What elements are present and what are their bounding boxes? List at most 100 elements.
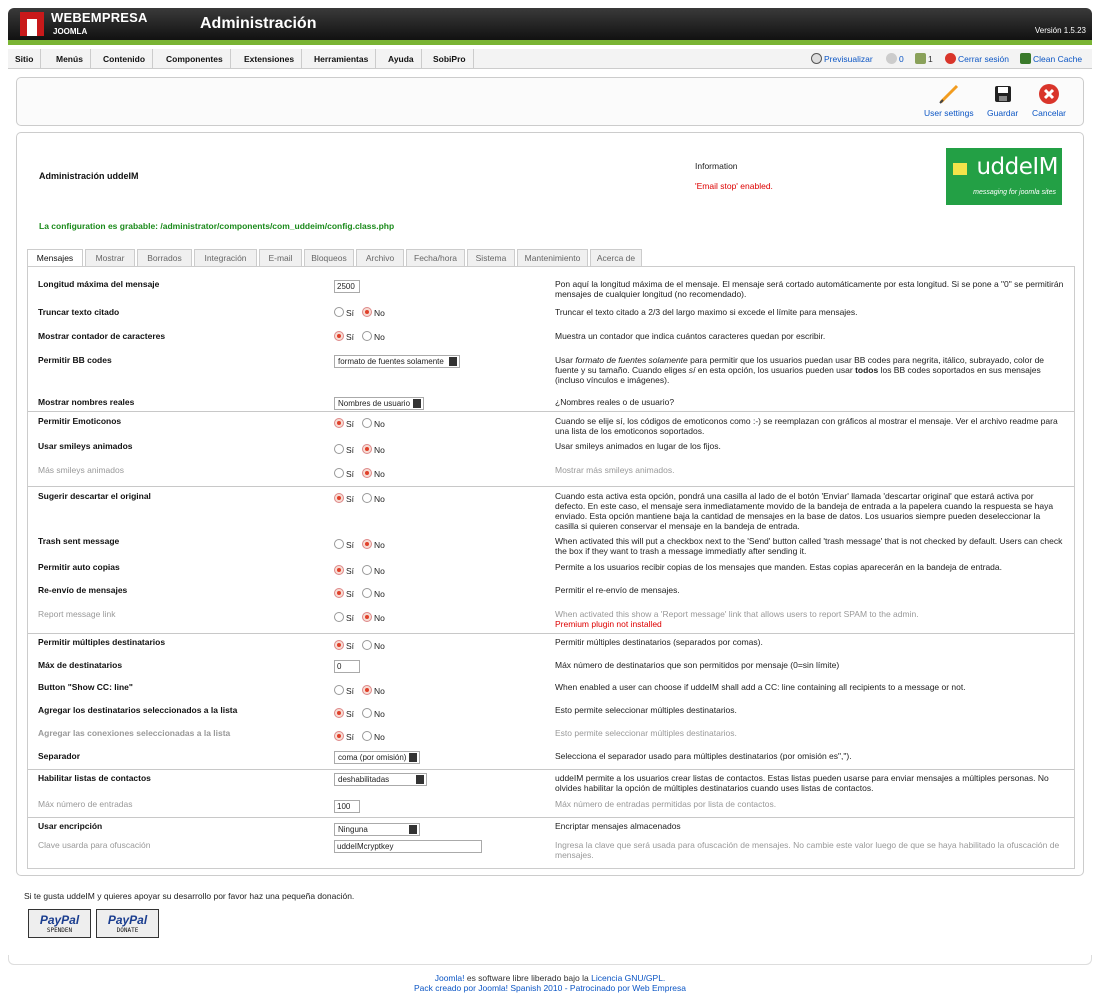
radio-no[interactable] [362, 640, 373, 650]
radio-label: Sí [346, 308, 355, 318]
tab-mantenimiento[interactable]: Mantenimiento [517, 249, 588, 267]
bbcodes-select[interactable]: formato de fuentes solamente [334, 355, 460, 368]
separator-select[interactable]: coma (por omisión) [334, 751, 420, 764]
setting-label: Longitud máxima del mensaje [38, 279, 160, 289]
setting-label: Mostrar nombres reales [38, 397, 135, 407]
donate-text: Si te gusta uddeIM y quieres apoyar su d… [24, 891, 355, 901]
max-length-input[interactable]: 2500 [334, 280, 360, 293]
tab-sistema[interactable]: Sistema [467, 249, 515, 267]
crypt-key-input[interactable]: uddeIMcryptkey [334, 840, 482, 853]
menu-item-menus[interactable]: Menús [49, 49, 91, 69]
setting-row: Agregar las conexiones seleccionadas a l… [28, 725, 1074, 747]
setting-row: Usar encripción Ninguna Encriptar mensaj… [28, 817, 1074, 837]
radio-yes[interactable] [334, 708, 344, 718]
clean-cache-link[interactable]: Clean Cache [1020, 49, 1082, 69]
radio-label: No [374, 419, 385, 429]
radio-yes[interactable] [334, 444, 344, 454]
radio-label: No [374, 686, 385, 696]
radio-no[interactable] [362, 588, 373, 598]
tab-mostrar[interactable]: Mostrar [85, 249, 135, 267]
setting-label: Máx número de entradas [38, 799, 133, 809]
radio-no[interactable] [362, 331, 373, 341]
radio-no[interactable] [362, 731, 373, 741]
menu-item-componentes[interactable]: Componentes [159, 49, 231, 69]
license-link[interactable]: Licencia GNU/GPL. [591, 973, 665, 983]
joomla-logo-icon [20, 12, 44, 36]
main-content: Administración uddeIM Information 'Email… [16, 132, 1084, 876]
logout-link[interactable]: Cerrar sesión [945, 49, 1009, 69]
setting-description: Pon aquí la longitud máxima de el mensaj… [555, 279, 1064, 299]
uddeim-logo: uddeIM messaging for joomla sites [946, 148, 1062, 205]
tab-archivo[interactable]: Archivo [356, 249, 404, 267]
setting-label: Permitir múltiples destinatarios [38, 637, 166, 647]
encryption-select[interactable]: Ninguna [334, 823, 420, 836]
radio-yes[interactable] [334, 640, 344, 650]
tab-bloqueos[interactable]: Bloqueos [304, 249, 354, 267]
footer-line-2[interactable]: Pack creado por Joomla! Spanish 2010 - P… [0, 983, 1100, 993]
radio-yes[interactable] [334, 331, 344, 341]
setting-row: Report message link Sí No When activated … [28, 605, 1074, 633]
tab-borrados[interactable]: Borrados [137, 249, 192, 267]
main-menu: Sitio Menús Contenido Componentes Extens… [8, 49, 1092, 69]
menu-item-contenido[interactable]: Contenido [96, 49, 154, 69]
radio-no[interactable] [362, 444, 373, 454]
radio-no[interactable] [362, 539, 373, 549]
max-entries-input[interactable]: 100 [334, 800, 360, 813]
radio-yes[interactable] [334, 565, 344, 575]
setting-label: Re-envío de mensajes [38, 585, 128, 595]
radio-no[interactable] [362, 685, 373, 695]
setting-label: Truncar texto citado [38, 307, 120, 317]
setting-row: Trash sent message Sí No When activated t… [28, 531, 1074, 557]
realnames-select[interactable]: Nombres de usuario [334, 397, 424, 410]
radio-no[interactable] [362, 418, 373, 428]
save-button[interactable]: Guardar [987, 83, 1018, 118]
setting-description: Usar formato de fuentes solamente para p… [555, 355, 1045, 385]
radio-yes[interactable] [334, 418, 344, 428]
menu-item-ayuda[interactable]: Ayuda [381, 49, 422, 69]
tab-fecha-hora[interactable]: Fecha/hora [406, 249, 465, 267]
radio-yes[interactable] [334, 612, 344, 622]
menu-item-herramientas[interactable]: Herramientas [307, 49, 377, 69]
logo-text: uddeIM [976, 154, 1058, 180]
radio-yes[interactable] [334, 468, 344, 478]
messages-status[interactable]: 0 [886, 49, 904, 69]
setting-row: Mostrar nombres reales Nombres de usuari… [28, 389, 1074, 413]
menu-item-sitio[interactable]: Sitio [8, 49, 42, 69]
contact-lists-select[interactable]: deshabilitadas [334, 773, 427, 786]
radio-no[interactable] [362, 565, 373, 575]
setting-label: Usar encripción [38, 821, 103, 831]
footer-line-1: Joomla! es software libre liberado bajo … [0, 973, 1100, 983]
max-recipients-input[interactable]: 0 [334, 660, 360, 673]
radio-no[interactable] [362, 708, 373, 718]
setting-row: Truncar texto citado Sí No Truncar el tex… [28, 299, 1074, 323]
users-status[interactable]: 1 [915, 49, 933, 69]
radio-yes[interactable] [334, 731, 344, 741]
radio-yes[interactable] [334, 307, 344, 317]
radio-no[interactable] [362, 307, 373, 317]
radio-yes[interactable] [334, 685, 344, 695]
radio-no[interactable] [362, 493, 373, 503]
setting-row: Re-envío de mensajes Sí No Permitir el re… [28, 581, 1074, 603]
joomla-link[interactable]: Joomla! [435, 973, 465, 983]
menu-item-sobipro[interactable]: SobiPro [426, 49, 474, 69]
menu-item-extensiones[interactable]: Extensiones [237, 49, 303, 69]
cancel-button[interactable]: Cancelar [1032, 83, 1066, 118]
preview-link[interactable]: Previsualizar [811, 49, 873, 69]
radio-yes[interactable] [334, 588, 344, 598]
radio-label: No [374, 494, 385, 504]
setting-row: Habilitar listas de contactos deshabilit… [28, 769, 1074, 797]
radio-no[interactable] [362, 612, 373, 622]
paypal-spenden-button[interactable]: PayPal SPENDEN [28, 909, 91, 938]
paypal-donate-button[interactable]: PayPal DONATE [96, 909, 159, 938]
tab-email[interactable]: E-mail [259, 249, 302, 267]
user-settings-button[interactable]: User settings [924, 83, 974, 118]
tab-integracion[interactable]: Integración [194, 249, 257, 267]
radio-yes[interactable] [334, 493, 344, 503]
radio-label: Sí [346, 589, 355, 599]
setting-description: Encriptar mensajes almacenados [555, 821, 681, 831]
tab-acerca-de[interactable]: Acerca de [590, 249, 642, 267]
radio-yes[interactable] [334, 539, 344, 549]
setting-description: Esto permite seleccionar múltiples desti… [555, 705, 737, 715]
radio-no[interactable] [362, 468, 373, 478]
setting-label: Más smileys animados [38, 465, 124, 475]
